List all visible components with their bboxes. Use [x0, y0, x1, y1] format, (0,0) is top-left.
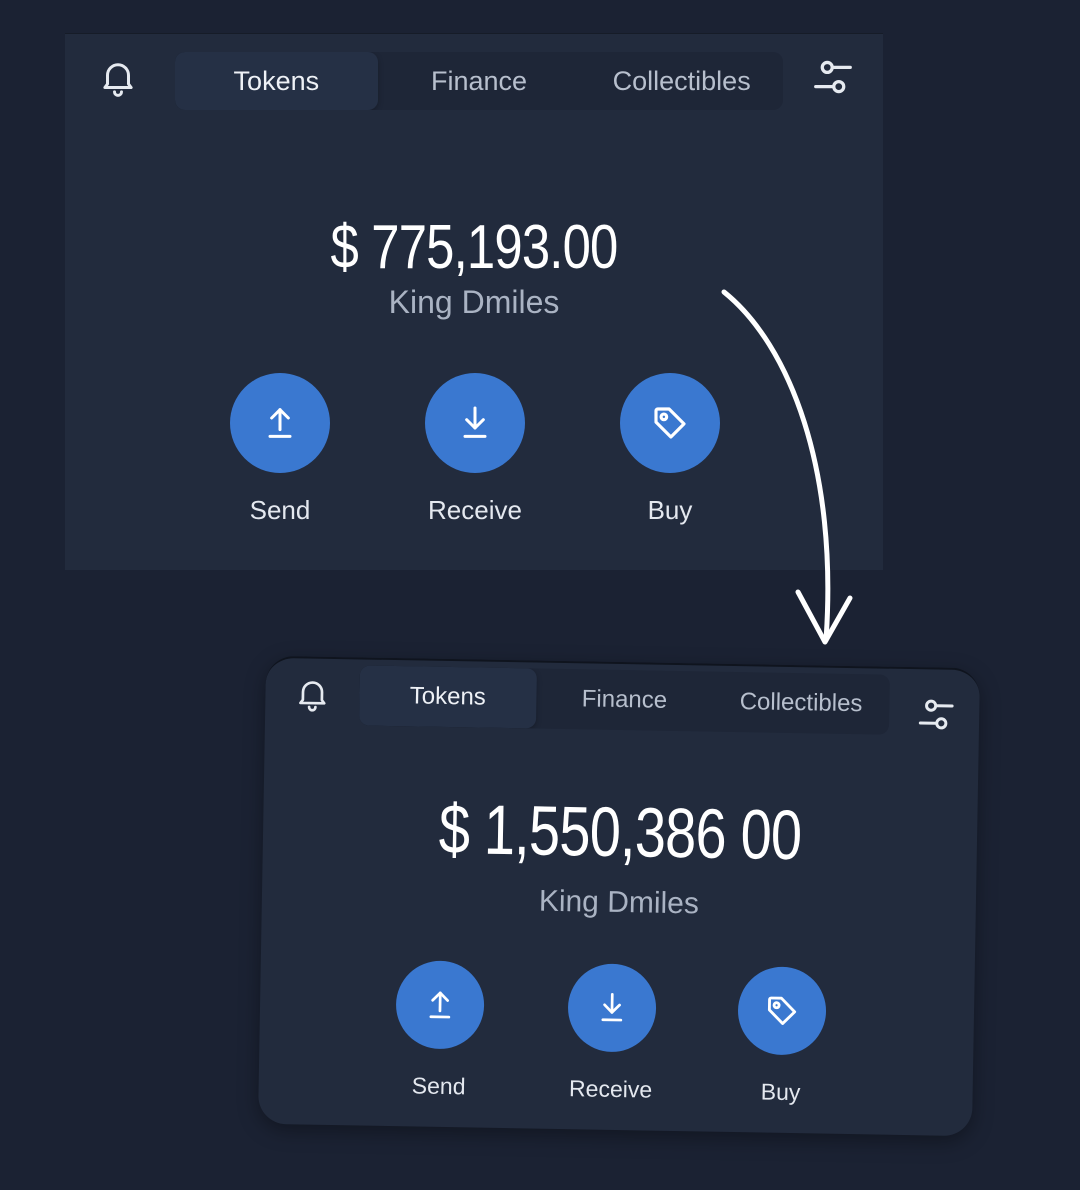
wallet-card-before: Tokens Finance Collectibles $ 775,193.00…: [65, 33, 883, 570]
tab-finance[interactable]: Finance: [378, 52, 581, 110]
buy-button[interactable]: Buy: [620, 373, 720, 526]
notifications-button[interactable]: [93, 52, 143, 102]
receive-button[interactable]: Receive: [566, 963, 657, 1104]
balance-amount: $ 1,550,386 00: [438, 789, 803, 875]
tab-finance[interactable]: Finance: [536, 669, 714, 732]
balance-amount: $ 775,193.00: [330, 213, 618, 282]
notifications-button[interactable]: [289, 670, 336, 717]
tab-bar: Tokens Finance Collectibles: [358, 665, 890, 735]
tab-bar: Tokens Finance Collectibles: [175, 52, 783, 110]
buy-circle: [737, 966, 827, 1056]
send-label: Send: [249, 495, 311, 525]
receive-label: Receive: [568, 1075, 653, 1103]
tag-icon: [767, 996, 797, 1025]
settings-button[interactable]: [805, 52, 861, 102]
send-circle: [395, 960, 485, 1050]
send-button[interactable]: Send: [394, 960, 485, 1101]
buy-label: Buy: [760, 1078, 801, 1106]
send-button[interactable]: Send: [230, 373, 330, 526]
buy-label: Buy: [647, 495, 693, 525]
receive-label: Receive: [428, 495, 522, 525]
tab-tokens[interactable]: Tokens: [358, 665, 537, 729]
receive-circle: [567, 963, 657, 1053]
wallet-owner-name: King Dmiles: [538, 884, 700, 921]
buy-button[interactable]: Buy: [736, 966, 827, 1107]
arrow-down-icon: [463, 406, 487, 438]
bell-icon: [299, 681, 326, 712]
arrow-up-icon: [429, 991, 451, 1019]
tab-collectibles[interactable]: Collectibles: [712, 672, 890, 735]
buy-circle: [620, 373, 720, 473]
wallet-owner-name: King Dmiles: [388, 284, 560, 320]
tab-tokens[interactable]: Tokens: [175, 52, 378, 110]
settings-button[interactable]: [911, 689, 962, 740]
tab-collectibles[interactable]: Collectibles: [580, 52, 783, 110]
receive-button[interactable]: Receive: [425, 373, 525, 526]
tag-icon: [654, 407, 686, 439]
sliders-icon: [814, 60, 852, 94]
wallet-card-after: Tokens Finance Collectibles $ 1,550,386 …: [257, 655, 981, 1137]
send-circle: [230, 373, 330, 473]
arrow-up-icon: [268, 408, 292, 438]
arrow-down-icon: [601, 993, 623, 1022]
send-label: Send: [411, 1072, 466, 1100]
receive-circle: [425, 373, 525, 473]
sliders-icon: [918, 699, 954, 730]
bell-icon: [103, 63, 133, 97]
